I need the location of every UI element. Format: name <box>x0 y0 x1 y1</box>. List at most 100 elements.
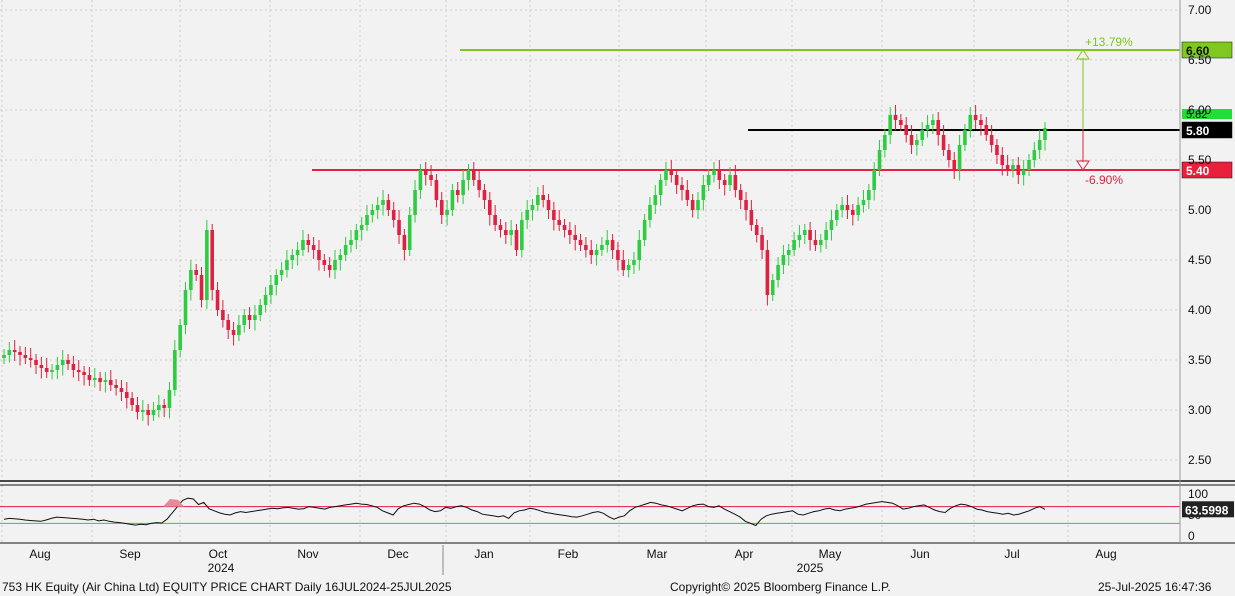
month-tick-label: Apr <box>735 547 754 561</box>
month-tick-label: Jan <box>474 547 493 561</box>
candle-body <box>594 250 599 255</box>
candle-body <box>237 325 241 335</box>
candle-body <box>114 385 118 388</box>
candle-body <box>12 350 17 352</box>
candle-body <box>290 255 295 260</box>
candle-body <box>50 370 54 372</box>
candle-body <box>536 195 540 205</box>
candle-body <box>856 205 860 215</box>
down-arrow-head <box>1076 160 1090 171</box>
up-arrow-head <box>1076 49 1090 60</box>
candle-body <box>247 315 252 320</box>
candle-body <box>18 352 22 355</box>
candle-body <box>760 235 764 250</box>
candle-body <box>530 205 535 210</box>
footer-timestamp: 25-Jul-2025 16:47:36 <box>1098 580 1212 594</box>
candle-body <box>936 120 941 135</box>
candle-body <box>600 245 604 250</box>
candle-body <box>616 250 620 260</box>
candle-body <box>418 170 423 190</box>
candlestick-series <box>2 105 1047 426</box>
candle-body <box>221 310 225 320</box>
candle-body <box>295 250 300 255</box>
candle-body <box>520 220 524 250</box>
candle-body <box>706 175 711 185</box>
month-tick-label: Nov <box>297 547 318 561</box>
candle-body <box>365 215 369 225</box>
candle-body <box>279 270 284 275</box>
candle-body <box>226 320 231 330</box>
candle-body <box>76 370 81 372</box>
candle-body <box>386 200 391 210</box>
candle-body <box>1000 155 1005 165</box>
candle-body <box>439 200 444 215</box>
price-tick-label: 7.00 <box>1188 3 1212 17</box>
candle-body <box>1037 140 1042 150</box>
candle-body <box>349 240 353 245</box>
candle-body <box>402 235 407 250</box>
candle-body <box>925 125 930 130</box>
candle-body <box>557 220 561 225</box>
candle-body <box>776 265 780 280</box>
candle-body <box>845 205 850 210</box>
candle-body <box>690 200 695 210</box>
candle-body <box>883 135 887 150</box>
candle-body <box>770 280 775 295</box>
candle-body <box>263 295 268 305</box>
candle-body <box>258 305 263 315</box>
candle-body <box>493 215 497 225</box>
candle-body <box>482 190 487 200</box>
candle-body <box>589 250 594 255</box>
price-tick-label: 5.50 <box>1188 153 1212 167</box>
candle-body <box>333 260 337 270</box>
candle-body <box>119 388 124 392</box>
candle-body <box>802 230 807 235</box>
candle-body <box>407 215 412 250</box>
price-tick-label: 6.00 <box>1188 103 1212 117</box>
candle-body <box>429 175 433 180</box>
candle-body <box>173 350 177 390</box>
candle-body <box>797 235 802 240</box>
candle-body <box>995 145 999 155</box>
month-tick-label: Jul <box>1004 547 1019 561</box>
candle-body <box>552 210 556 220</box>
candle-body <box>60 360 65 365</box>
month-tick-label: Dec <box>387 547 408 561</box>
rsi-line <box>3 497 1046 527</box>
candle-body <box>391 210 396 220</box>
footer-title: 753 HK Equity (Air China Ltd) EQUITY PRI… <box>2 580 452 594</box>
year-tick-label: 2024 <box>208 561 235 575</box>
candle-body <box>792 240 796 250</box>
price-tick-label: 3.00 <box>1188 403 1212 417</box>
candle-body <box>968 115 973 130</box>
current-price-label: 5.80 <box>1186 124 1210 138</box>
candle-body <box>146 410 150 415</box>
candle-body <box>23 355 28 358</box>
candle-body <box>546 200 551 210</box>
candle-body <box>701 185 706 200</box>
candle-body <box>808 230 812 240</box>
candle-body <box>199 275 204 300</box>
price-tick-label: 4.50 <box>1188 253 1212 267</box>
candle-body <box>66 360 70 364</box>
candle-body <box>1011 165 1015 170</box>
candle-body <box>840 205 844 210</box>
candle-body <box>648 205 652 220</box>
candle-body <box>2 355 6 358</box>
candle-body <box>872 170 876 190</box>
candle-body <box>728 175 732 185</box>
month-tick-label: Aug <box>1095 547 1116 561</box>
candle-body <box>359 225 364 230</box>
candle-body <box>413 190 417 215</box>
candle-body <box>92 378 97 380</box>
candle-body <box>253 315 257 320</box>
candle-body <box>397 220 401 235</box>
footer-copyright: Copyright© 2025 Bloomberg Finance L.P. <box>670 580 891 594</box>
candle-body <box>573 235 578 240</box>
candle-body <box>514 230 519 250</box>
rsi-tick-label: 0 <box>1188 529 1195 543</box>
candle-body <box>477 180 481 190</box>
candle-body <box>947 150 951 160</box>
candle-body <box>498 225 503 230</box>
rsi-panel: 10050063.5998 <box>0 487 1234 543</box>
